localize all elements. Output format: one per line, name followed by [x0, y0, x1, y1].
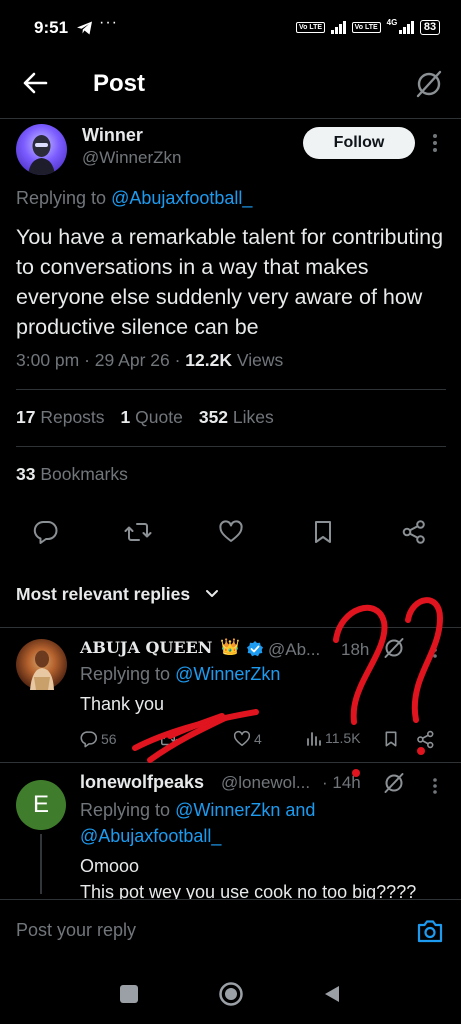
status-bar: 9:51 ··· Vo LTE Vo LTE 4G 83: [0, 0, 461, 56]
like-icon[interactable]: [218, 519, 244, 545]
volte-badge: Vo LTE: [296, 22, 326, 33]
quotes-count: 1: [120, 407, 131, 427]
likes-stat[interactable]: 352 Likes: [199, 407, 274, 428]
likes-label: Likes: [232, 407, 274, 427]
author-name[interactable]: Winner: [82, 125, 143, 146]
reposts-stat[interactable]: 17 Reposts: [16, 407, 105, 428]
more-options-icon[interactable]: [432, 133, 438, 153]
follow-button[interactable]: Follow: [303, 127, 415, 159]
replies-sort-dropdown[interactable]: Most relevant replies: [16, 584, 190, 605]
views-button[interactable]: 11.5K: [306, 730, 361, 746]
stats-row: 17 Reposts 1 Quote 352 Likes: [16, 407, 274, 428]
post-date: 29 Apr 26: [94, 350, 170, 370]
camera-icon[interactable]: [416, 918, 444, 944]
header-divider: [0, 118, 461, 119]
likes-count: 352: [198, 407, 229, 427]
repost-icon[interactable]: [124, 519, 152, 545]
post-action-bar: [0, 515, 461, 555]
reply-button[interactable]: 56: [80, 730, 117, 748]
post-text: You have a remarkable talent for contrib…: [16, 225, 444, 339]
author-handle[interactable]: @WinnerZkn: [82, 148, 181, 168]
quotes-stat[interactable]: 1 Quote: [121, 407, 183, 428]
quotes-label: Quote: [135, 407, 183, 427]
share-icon[interactable]: [416, 730, 435, 749]
reply-count: 56: [101, 731, 117, 747]
reply-author-handle[interactable]: @lonewol...: [221, 773, 310, 793]
reply-time: · 14h: [322, 773, 361, 792]
recents-button[interactable]: [120, 985, 138, 1003]
reposts-label: Reposts: [40, 407, 105, 427]
reply-input[interactable]: Post your reply: [16, 920, 136, 941]
replying-prefix: Replying to: [80, 800, 171, 820]
reply-text: This pot wey you use cook no too big????: [80, 882, 417, 899]
reply-time: 18h: [341, 640, 370, 659]
reply-icon[interactable]: [33, 519, 59, 545]
views-label: Views: [236, 350, 284, 370]
question-mark-stroke: [405, 597, 443, 723]
divider: [0, 627, 461, 628]
chevron-down-icon[interactable]: [205, 589, 219, 599]
grok-icon[interactable]: [383, 772, 405, 794]
reply-author-name[interactable]: lonewolfpeaks: [80, 772, 204, 793]
bookmarks-label: Bookmarks: [40, 464, 128, 484]
bookmark-icon[interactable]: [311, 519, 335, 545]
grok-icon[interactable]: [383, 637, 405, 659]
repost-button[interactable]: [158, 730, 178, 748]
bookmark-icon[interactable]: [383, 730, 399, 748]
network-type: 4G: [386, 18, 398, 27]
post-meta: 3:00 pm · 29 Apr 26 · 12.2K Views: [16, 350, 284, 370]
post-time: 3:00 pm: [16, 350, 80, 370]
more-options-icon[interactable]: [432, 641, 438, 659]
views-count: 12.2K: [185, 350, 232, 370]
divider: [16, 389, 446, 390]
replying-to-line: Replying to @WinnerZkn: [80, 664, 280, 685]
replying-to-link[interactable]: @Abujaxfootball_: [80, 826, 221, 847]
share-icon[interactable]: [401, 519, 427, 545]
avatar[interactable]: [16, 639, 67, 690]
signal-icon: [331, 21, 346, 34]
replying-to-link[interactable]: @WinnerZkn and: [175, 800, 315, 820]
replying-prefix: Replying to: [80, 664, 171, 684]
avatar[interactable]: [16, 124, 67, 175]
notification-dots: ···: [99, 14, 118, 31]
like-count: 4: [254, 731, 262, 747]
thread-line: [40, 834, 42, 894]
grok-icon[interactable]: [414, 69, 444, 99]
telegram-icon: [76, 20, 94, 36]
home-button[interactable]: [218, 981, 244, 1007]
more-options-icon[interactable]: [432, 777, 438, 795]
battery-indicator: 83: [419, 20, 441, 35]
reply-author-handle[interactable]: @Ab...: [268, 640, 320, 660]
bookmarks-count: 33: [16, 464, 36, 484]
divider: [0, 762, 461, 763]
replying-to-link[interactable]: @WinnerZkn: [175, 664, 280, 684]
back-arrow-icon[interactable]: [22, 70, 48, 96]
replying-to-link[interactable]: @Abujaxfootball_: [111, 188, 252, 208]
avatar[interactable]: E: [16, 780, 66, 830]
signal-icon: [399, 21, 414, 34]
question-mark-stroke: [333, 604, 388, 725]
back-button[interactable]: [322, 984, 342, 1004]
like-button[interactable]: 4: [233, 730, 262, 748]
bookmarks-stat[interactable]: 33 Bookmarks: [16, 464, 128, 485]
reply-text: Omooo: [80, 856, 140, 876]
page-title: Post: [93, 70, 146, 97]
crown-emoji: 👑: [220, 639, 240, 656]
view-count: 11.5K: [325, 730, 361, 746]
replying-prefix: Replying to: [16, 188, 107, 208]
verified-badge-icon: [246, 640, 264, 658]
status-time: 9:51: [34, 18, 69, 37]
replying-to-line: Replying to @Abujaxfootball_: [16, 188, 252, 209]
divider: [16, 446, 446, 447]
reply-author-name[interactable]: ABUJA QUEEN: [80, 638, 212, 657]
reply-text: Thank you: [80, 694, 165, 714]
reply-action-bar: 56 4 11.5K: [0, 727, 461, 753]
status-indicators: Vo LTE Vo LTE 4G 83: [296, 18, 441, 37]
replying-to-line: Replying to @WinnerZkn and: [80, 800, 315, 821]
volte-badge: Vo LTE: [351, 22, 381, 33]
reposts-count: 17: [16, 407, 36, 427]
